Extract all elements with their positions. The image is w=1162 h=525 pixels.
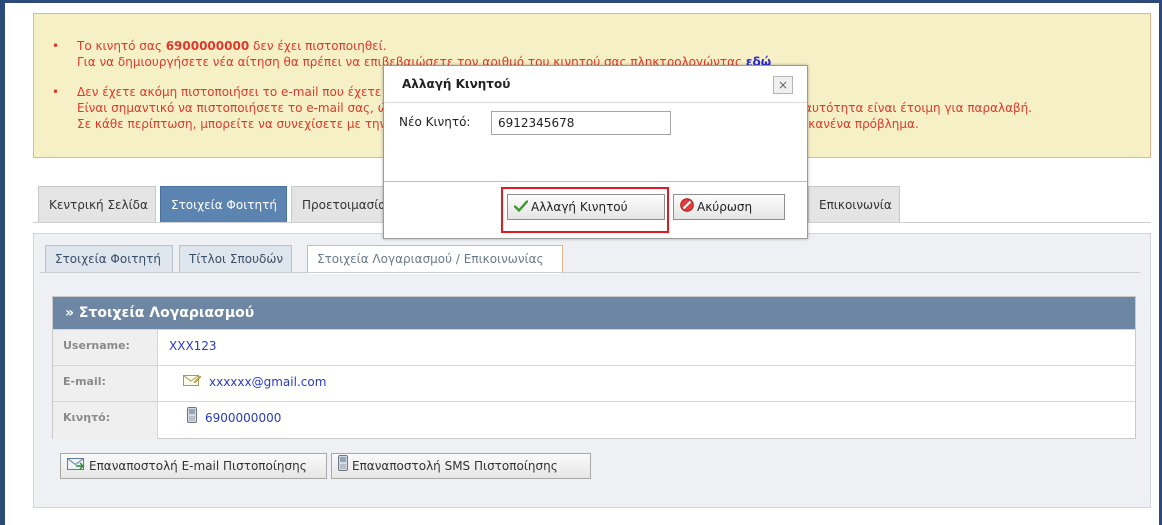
- account-heading: » Στοιχεία Λογαριασμού: [53, 297, 1135, 329]
- unverified-mobile-number: 6900000000: [165, 39, 250, 53]
- tab-home[interactable]: Κεντρική Σελίδα: [38, 186, 156, 222]
- email-value-wrap: xxxxxx@gmail.com: [183, 366, 326, 399]
- phone-icon: [338, 454, 348, 479]
- new-mobile-label: Νέο Κινητό:: [399, 115, 471, 129]
- resend-sms-button[interactable]: Επαναποστολή SMS Πιστοποίησης: [331, 453, 591, 479]
- username-value: XXX123: [169, 339, 217, 353]
- email-value[interactable]: xxxxxx@gmail.com: [209, 375, 326, 389]
- resend-email-button[interactable]: Επαναποστολή E-mail Πιστοποίησης: [60, 453, 327, 479]
- subtab-student[interactable]: Στοιχεία Φοιτητή: [45, 245, 173, 273]
- subtab-account[interactable]: Στοιχεία Λογαριασμού / Επικοινωνίας: [307, 245, 563, 274]
- email-send-icon: [67, 455, 85, 479]
- username-label: Username:: [53, 330, 158, 365]
- close-icon[interactable]: ×: [773, 76, 793, 94]
- cancel-icon: [680, 196, 694, 220]
- subtabs-divider: [40, 272, 1140, 273]
- mobile-label: Κινητό:: [53, 402, 158, 439]
- mobile-row: Κινητό: 6900000000: [53, 401, 1135, 439]
- email-icon: [183, 367, 202, 399]
- bullet: •: [52, 39, 60, 53]
- email-row: E-mail: xxxxxx@gmail.com: [53, 365, 1135, 401]
- dialog-footer-divider: [384, 181, 807, 182]
- new-mobile-input[interactable]: [491, 111, 671, 135]
- dialog-header-divider: [384, 102, 807, 103]
- notice-line-mobile: Το κινητό σας 6900000000 δεν έχει πιστοπ…: [77, 39, 387, 53]
- mobile-value: 6900000000: [205, 411, 282, 425]
- username-row: Username: XXX123: [53, 329, 1135, 365]
- account-details: » Στοιχεία Λογαριασμού Username: XXX123 …: [52, 296, 1136, 439]
- phone-icon: [187, 403, 197, 435]
- confirm-button-highlight: [501, 187, 669, 233]
- bullet: •: [52, 85, 60, 99]
- cancel-button[interactable]: Ακύρωση: [673, 194, 785, 220]
- tab-contact[interactable]: Επικοινωνία: [808, 186, 900, 222]
- mobile-value-wrap: 6900000000: [187, 402, 281, 435]
- dialog-title: Αλλαγή Κινητού: [402, 77, 511, 91]
- email-label: E-mail:: [53, 366, 158, 401]
- tab-student[interactable]: Στοιχεία Φοιτητή: [160, 186, 287, 222]
- subtab-degrees[interactable]: Τίτλοι Σπουδών: [179, 245, 292, 273]
